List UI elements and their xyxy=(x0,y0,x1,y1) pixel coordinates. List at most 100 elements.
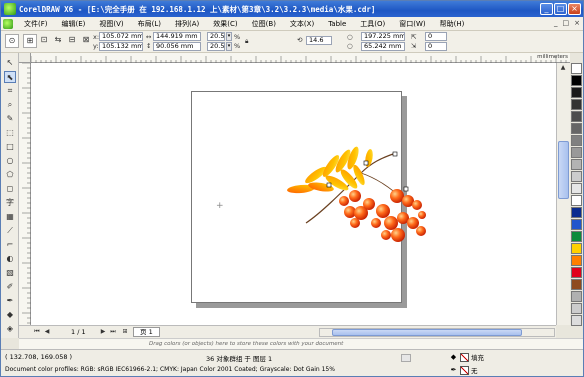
rectangle-tool-icon[interactable]: □ xyxy=(4,141,16,153)
horizontal-scrollbar[interactable] xyxy=(319,328,555,337)
close-button[interactable]: × xyxy=(568,3,581,15)
blend-tool-icon[interactable]: ◐ xyxy=(4,253,16,265)
minimize-button[interactable]: _ xyxy=(540,3,553,15)
rotation-center-y-field[interactable]: 65.242 mm xyxy=(361,42,405,51)
scale-x-spinner[interactable]: ▾ xyxy=(226,32,232,41)
palette-swatch[interactable] xyxy=(571,231,582,242)
menu-table[interactable]: Table xyxy=(321,20,353,28)
palette-swatch[interactable] xyxy=(571,159,582,170)
scale-x-field[interactable]: 20.5 xyxy=(207,32,225,41)
first-page-icon[interactable]: ⏮ xyxy=(33,328,41,336)
palette-swatch[interactable] xyxy=(571,99,582,110)
menu-effects[interactable]: 效果(C) xyxy=(206,19,244,29)
y-position-field[interactable]: 105.132 mm xyxy=(99,42,143,51)
palette-swatch[interactable] xyxy=(571,267,582,278)
menu-help[interactable]: 帮助(H) xyxy=(433,19,472,29)
preset-icon[interactable]: ⊙ xyxy=(5,34,19,48)
palette-swatch[interactable] xyxy=(571,279,582,290)
doc-minimize-button[interactable]: _ xyxy=(554,19,558,27)
parallel-dimension-tool-icon[interactable]: ⟋ xyxy=(4,225,16,237)
crop-tool-icon[interactable]: ⌗ xyxy=(4,85,16,97)
palette-swatch[interactable] xyxy=(571,255,582,266)
menu-view[interactable]: 视图(V) xyxy=(92,19,130,29)
outline-swatch[interactable] xyxy=(460,365,469,375)
rotation-field[interactable]: 14.6 xyxy=(306,36,332,45)
shape-tool-icon[interactable]: ⬉ xyxy=(4,71,16,83)
document-palette[interactable]: Drag colors (or objects) here to store t… xyxy=(19,338,583,349)
fill-swatch[interactable] xyxy=(460,352,469,362)
ungroup-icon[interactable]: ⊞ xyxy=(23,34,37,48)
palette-swatch[interactable] xyxy=(571,75,582,86)
scale-y-spinner[interactable]: ▾ xyxy=(226,42,232,51)
table-tool-icon[interactable]: ▦ xyxy=(4,211,16,223)
maximize-button[interactable]: □ xyxy=(554,3,567,15)
skew-h-field[interactable]: 0 xyxy=(425,32,447,41)
palette-swatch[interactable] xyxy=(571,171,582,182)
vertical-scrollbar[interactable]: ▲ xyxy=(556,63,570,325)
width-field[interactable]: 144.919 mm xyxy=(153,32,201,41)
freehand-tool-icon[interactable]: ✎ xyxy=(4,113,16,125)
selection-handle[interactable] xyxy=(392,151,398,157)
horizontal-scroll-thumb[interactable] xyxy=(332,329,522,336)
menu-bitmaps[interactable]: 位图(B) xyxy=(245,19,283,29)
palette-swatch[interactable] xyxy=(571,219,582,230)
doc-close-button[interactable]: × xyxy=(574,19,580,27)
align-icon[interactable]: ⊟ xyxy=(65,34,79,48)
add-page-icon[interactable]: ⊞ xyxy=(121,328,129,336)
zoom-tool-icon[interactable]: ⌕ xyxy=(4,99,16,111)
palette-swatch[interactable] xyxy=(571,303,582,314)
doc-restore-button[interactable]: □ xyxy=(563,19,570,27)
scroll-up-icon[interactable]: ▲ xyxy=(557,63,569,73)
menu-layout[interactable]: 布局(L) xyxy=(131,19,168,29)
menu-file[interactable]: 文件(F) xyxy=(17,19,55,29)
palette-swatch[interactable] xyxy=(571,123,582,134)
ellipse-tool-icon[interactable]: ○ xyxy=(4,155,16,167)
combine-icon[interactable]: ⊡ xyxy=(37,34,51,48)
menu-text[interactable]: 文本(X) xyxy=(283,19,321,29)
lock-ratio-icon[interactable]: 🔒︎ xyxy=(245,37,248,46)
polygon-tool-icon[interactable]: ⬠ xyxy=(4,169,16,181)
vertical-ruler[interactable] xyxy=(19,62,31,325)
height-field[interactable]: 90.056 mm xyxy=(153,42,201,51)
lock-icon[interactable]: ⊠ xyxy=(79,34,93,48)
palette-swatch[interactable] xyxy=(571,207,582,218)
vertical-scroll-thumb[interactable] xyxy=(558,141,569,199)
palette-swatch[interactable] xyxy=(571,87,582,98)
interactive-fill-tool-icon[interactable]: ◈ xyxy=(4,323,16,335)
rowan-berries-illustration[interactable] xyxy=(31,63,556,325)
status-scroll[interactable] xyxy=(401,354,411,362)
palette-swatch[interactable] xyxy=(571,63,582,74)
transparency-tool-icon[interactable]: ▧ xyxy=(4,267,16,279)
menu-arrange[interactable]: 排列(A) xyxy=(168,19,206,29)
palette-swatch[interactable] xyxy=(571,243,582,254)
menu-window[interactable]: 窗口(W) xyxy=(392,19,432,29)
prev-page-icon[interactable]: ◀ xyxy=(43,328,51,336)
selection-handle[interactable] xyxy=(326,182,332,188)
fill-tool-icon[interactable]: ◆ xyxy=(4,309,16,321)
palette-swatch[interactable] xyxy=(571,147,582,158)
menu-tools[interactable]: 工具(O) xyxy=(353,19,392,29)
palette-swatch[interactable] xyxy=(571,315,582,326)
palette-swatch[interactable] xyxy=(571,135,582,146)
x-position-field[interactable]: 105.072 mm xyxy=(99,32,143,41)
palette-swatch[interactable] xyxy=(571,183,582,194)
ruler-origin[interactable] xyxy=(19,53,31,63)
smart-fill-tool-icon[interactable]: ⬚ xyxy=(4,127,16,139)
selection-handle[interactable] xyxy=(403,186,409,192)
menu-edit[interactable]: 编辑(E) xyxy=(55,19,93,29)
palette-swatch[interactable] xyxy=(571,291,582,302)
text-tool-icon[interactable]: 字 xyxy=(4,197,16,209)
mirror-icon[interactable]: ⇆ xyxy=(51,34,65,48)
eyedropper-tool-icon[interactable]: ✐ xyxy=(4,281,16,293)
last-page-icon[interactable]: ⏭ xyxy=(109,328,117,336)
outline-pen-tool-icon[interactable]: ✒ xyxy=(4,295,16,307)
horizontal-ruler[interactable]: millimeters xyxy=(30,53,570,63)
drawing-canvas[interactable]: + xyxy=(31,63,556,325)
rotation-center-x-field[interactable]: 197.225 mm xyxy=(361,32,405,41)
pick-tool-icon[interactable]: ↖ xyxy=(4,57,16,69)
scale-y-field[interactable]: 20.5 xyxy=(207,42,225,51)
connector-tool-icon[interactable]: ⌐ xyxy=(4,239,16,251)
palette-swatch[interactable] xyxy=(571,195,582,206)
next-page-icon[interactable]: ▶ xyxy=(99,328,107,336)
tab-page-1[interactable]: 页 1 xyxy=(133,327,160,337)
